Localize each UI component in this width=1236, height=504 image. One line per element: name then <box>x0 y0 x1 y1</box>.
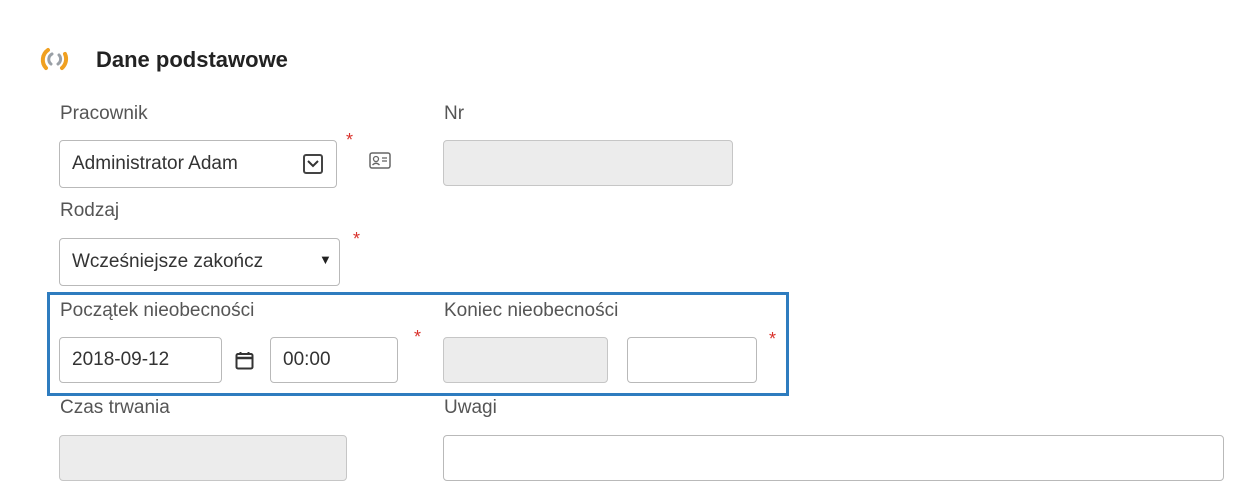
section-title: Dane podstawowe <box>96 47 288 72</box>
pracownik-label: Pracownik <box>60 103 148 124</box>
czas-trwania-label: Czas trwania <box>60 397 170 418</box>
pracownik-required-mark: * <box>346 130 354 150</box>
koniec-time-input[interactable] <box>627 337 757 383</box>
chevron-down-icon[interactable] <box>303 154 323 174</box>
poczatek-time-input[interactable]: 00:00 <box>270 337 398 383</box>
poczatek-date-input[interactable]: 2018-09-12 <box>59 337 222 383</box>
czas-trwania-field <box>59 435 347 481</box>
rodzaj-label: Rodzaj <box>60 200 120 221</box>
pracownik-value: Administrator Adam <box>72 153 238 174</box>
poczatek-date-value: 2018-09-12 <box>72 349 170 370</box>
koniec-label: Koniec nieobecności <box>444 300 619 321</box>
rodzaj-required-mark: * <box>353 229 361 249</box>
spinner-arcs-icon <box>38 42 72 76</box>
contact-card-icon[interactable] <box>369 152 391 174</box>
pracownik-select[interactable]: Administrator Adam <box>59 140 337 188</box>
calendar-icon[interactable] <box>235 351 254 375</box>
poczatek-label: Początek nieobecności <box>60 300 255 321</box>
koniec-date-input <box>443 337 608 383</box>
koniec-required-mark: * <box>769 329 777 349</box>
poczatek-time-value: 00:00 <box>283 349 331 370</box>
rodzaj-value: Wcześniejsze zakończ <box>72 251 264 272</box>
rodzaj-select[interactable]: Wcześniejsze zakończ <box>59 238 340 286</box>
uwagi-input[interactable] <box>443 435 1224 481</box>
nr-label: Nr <box>444 103 465 124</box>
nr-field <box>443 140 733 186</box>
poczatek-required-mark: * <box>414 327 422 347</box>
uwagi-label: Uwagi <box>444 397 497 418</box>
caret-down-icon[interactable]: ▼ <box>319 252 332 267</box>
